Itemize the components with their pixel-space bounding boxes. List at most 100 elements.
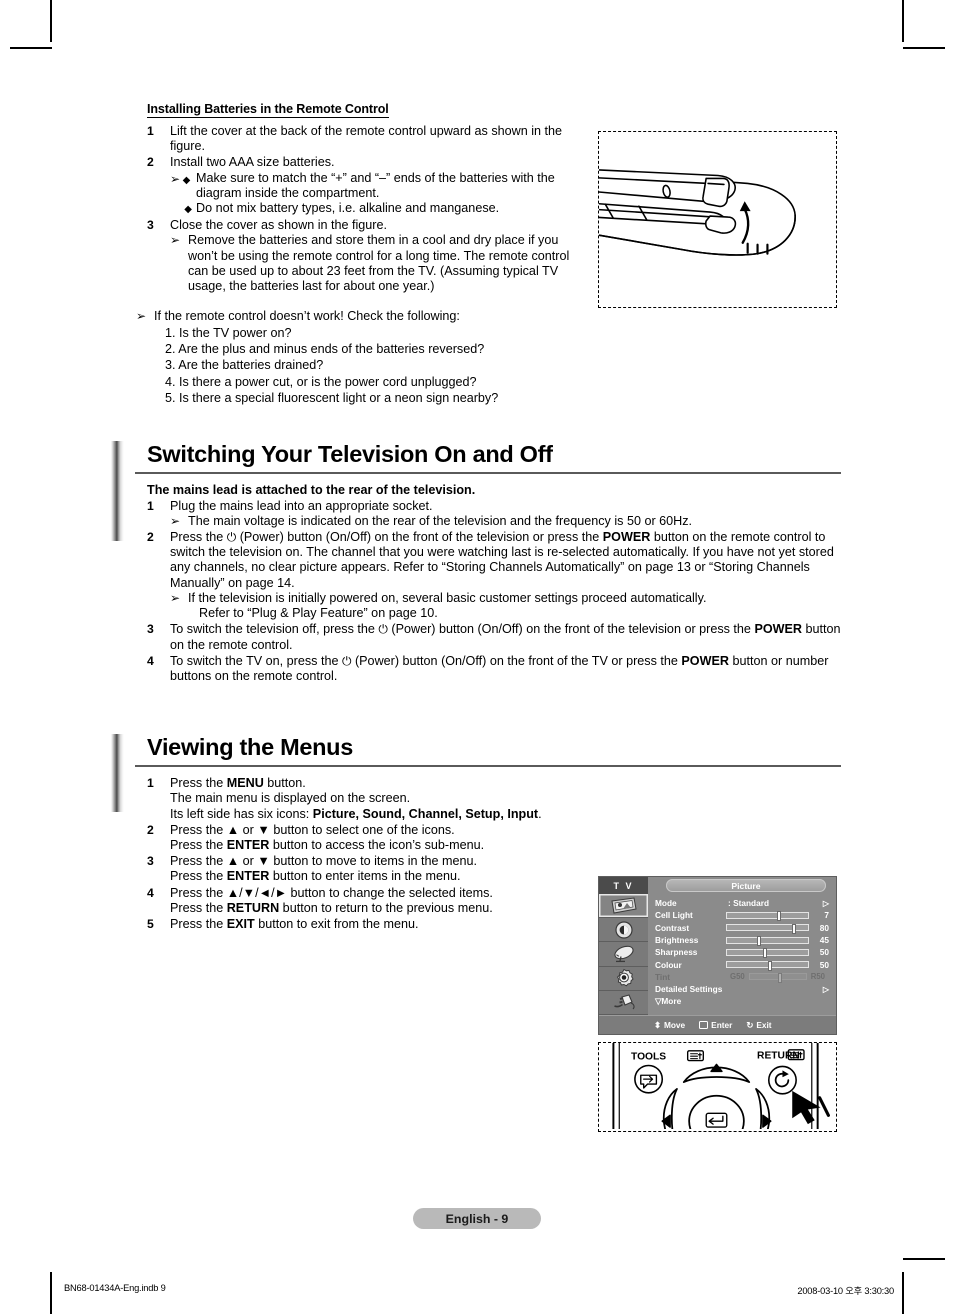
osd-title[interactable]: Picture: [666, 879, 826, 892]
slider-knob[interactable]: [791, 923, 796, 934]
step-text-group: Press the ⏻ (Power) button (On/Off) on t…: [170, 530, 841, 621]
return-label: RETURN: [757, 1051, 800, 1062]
osd-row-label: Tint: [655, 971, 671, 982]
osd-row-value-wrap: 50: [726, 947, 829, 959]
osd-icon-input[interactable]: [599, 990, 648, 1015]
note-row: ➢ Remove the batteries and store them in…: [170, 233, 585, 294]
slider-track[interactable]: [726, 948, 809, 959]
osd-icon-picture[interactable]: [599, 894, 648, 919]
note-text: If the television is initially powered o…: [188, 591, 841, 621]
osd-row-value-wrap: : Standard ▷: [726, 898, 829, 908]
arrow-bullet-icon: ➢: [170, 513, 181, 528]
enter-button-label: ENTER: [226, 869, 270, 884]
osd-footer-enter[interactable]: Enter: [699, 1020, 732, 1030]
osd-icon-sound[interactable]: [599, 918, 648, 943]
section-title: Switching Your Television On and Off: [147, 440, 553, 467]
osd-row-sharpness[interactable]: Sharpness 50: [655, 946, 829, 959]
troubleshooting-intro: If the remote control doesn’t work! Chec…: [154, 309, 460, 324]
arrow-bullet-icon: ➢: [170, 590, 181, 605]
step-number: 4: [147, 653, 154, 668]
osd-row-brightness[interactable]: Brightness 45: [655, 934, 829, 947]
step-text: Press the ⏻ (Power) button (On/Off) on t…: [170, 530, 841, 591]
osd-row-value: 50: [819, 947, 829, 958]
troubleshooting-item: 5. Is there a special fluorescent light …: [165, 391, 499, 406]
subsection-heading: Installing Batteries in the Remote Contr…: [147, 102, 389, 118]
step-text: Lift the cover at the back of the remote…: [170, 124, 563, 154]
slider-knob[interactable]: [777, 911, 782, 922]
tools-label: TOOLS: [631, 1052, 666, 1063]
text-fragment: button to return to the previous menu.: [279, 900, 493, 915]
troubleshooting-item: 3. Are the batteries drained?: [165, 358, 324, 373]
step-line: Press the ▲/▼/◄/► button to change the s…: [170, 885, 493, 900]
power-button-label: POWER: [754, 622, 803, 637]
osd-row-label: Sharpness: [655, 947, 698, 958]
menu-icon-names: Picture, Sound, Channel, Setup, Input: [312, 806, 539, 821]
channel-icon: [613, 945, 634, 963]
osd-footer-bar: ⬍ Move Enter ↻ Exit: [599, 1015, 836, 1034]
remote-control-navigation-keys-illustration: TOOLS RETURN: [612, 1043, 830, 1131]
slider-knob[interactable]: [767, 960, 772, 971]
step-text-group: Press the ▲ or ▼ button to select one of…: [170, 823, 585, 853]
slider-track[interactable]: [726, 923, 809, 934]
osd-icon-column: [599, 894, 648, 1015]
slider-track: [748, 972, 807, 983]
osd-footer-label: Enter: [711, 1020, 733, 1030]
osd-footer-move[interactable]: ⬍ Move: [654, 1020, 685, 1030]
osd-footer-exit[interactable]: ↻ Exit: [746, 1020, 771, 1030]
menu-button-label: MENU: [226, 776, 264, 791]
osd-row-value-wrap: 45: [726, 935, 829, 947]
osd-settings-rows: Mode : Standard ▷ Cell Light 7 Contrast: [648, 894, 836, 1015]
step-item: 3 To switch the television off, press th…: [111, 622, 841, 652]
text-fragment: Press the: [170, 869, 227, 884]
slider-track[interactable]: [726, 911, 809, 922]
step-text-group: Install two AAA size batteries. ➢ ◆ Make…: [170, 155, 585, 217]
osd-more-label[interactable]: ▽More: [655, 995, 829, 1006]
osd-icon-channel[interactable]: [599, 942, 648, 967]
picture-icon: [610, 897, 637, 914]
crop-mark-top-left-v: [50, 0, 52, 42]
osd-row-label: Mode: [655, 898, 677, 909]
osd-icon-setup[interactable]: [599, 966, 648, 991]
troubleshooting-text: If the remote control doesn’t work! Chec…: [154, 308, 841, 406]
troubleshooting-item: 2. Are the plus and minus ends of the ba…: [165, 342, 485, 357]
note-row: ➢ The main voltage is indicated on the r…: [170, 514, 841, 529]
tint-red-label: R50: [810, 972, 825, 982]
step-text: Close the cover as shown in the figure.: [170, 218, 388, 233]
step-text: Install two AAA size batteries.: [170, 155, 335, 170]
colofon-filename: BN68-01434A-Eng.indb 9: [64, 1283, 166, 1293]
step-line: Press the ▲ or ▼ button to select one of…: [170, 822, 455, 837]
step-number: 3: [147, 218, 154, 233]
slider-knob[interactable]: [763, 948, 768, 959]
step-number: 2: [147, 155, 154, 170]
osd-row-value-wrap: 50: [726, 960, 829, 971]
step-line: The main menu is displayed on the screen…: [170, 791, 411, 806]
input-icon: [613, 994, 635, 1010]
tv-osd-menu: T V Picture Mode: Standard ▷ Cell Light…: [598, 876, 837, 1035]
osd-row-cell-light[interactable]: Cell Light 7: [655, 909, 829, 922]
osd-row-colour[interactable]: Colour 50: [655, 958, 829, 971]
osd-row-mode[interactable]: Mode : Standard ▷: [655, 897, 829, 909]
chevron-right-icon: ▷: [822, 898, 829, 908]
note-text: The main voltage is indicated on the rea…: [188, 513, 693, 528]
slider-track[interactable]: [726, 936, 809, 947]
osd-row-detailed-settings[interactable]: Detailed Settings ▷: [655, 983, 829, 995]
step-text: Plug the mains lead into an appropriate …: [170, 498, 433, 513]
text-fragment: Its left side has six icons:: [170, 806, 313, 821]
text-fragment: .: [538, 806, 542, 821]
osd-row-label: Colour: [655, 959, 682, 970]
remote-control-battery-cover-illustration: [590, 168, 796, 256]
slider-knob[interactable]: [756, 936, 761, 947]
diamond-bullet-row: ➢ ◆ Make sure to match the “+” and “–” e…: [170, 171, 585, 201]
osd-row-label: Cell Light: [655, 910, 693, 921]
section-accent-bar: [111, 440, 124, 541]
text-fragment: button to enter items in the menu.: [269, 869, 461, 884]
step-line: Press the MENU button.: [170, 776, 585, 791]
step-text: To switch the TV on, press the ⏻ (Power)…: [170, 654, 841, 684]
step-text-group: Plug the mains lead into an appropriate …: [170, 499, 841, 529]
step-line: Its left side has six icons: Picture, So…: [170, 807, 585, 822]
osd-row-label: Detailed Settings: [655, 984, 723, 995]
osd-row-contrast[interactable]: Contrast 80: [655, 922, 829, 934]
crop-mark-bottom-right-h: [903, 1258, 945, 1260]
slider-track[interactable]: [726, 960, 809, 971]
step-number: 2: [147, 822, 154, 837]
